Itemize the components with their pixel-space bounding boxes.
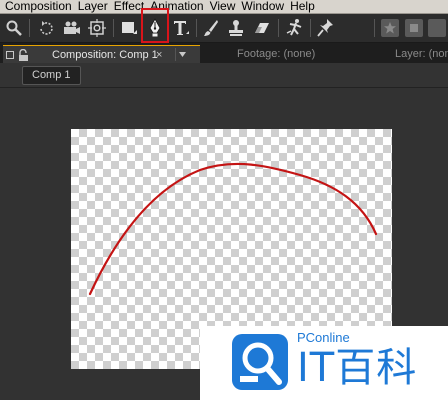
watermark-brand-large: IT百科 (297, 345, 418, 391)
pen-path-stroke[interactable] (88, 162, 378, 296)
magnifier-logo-icon (232, 334, 288, 390)
watermark-brand-small: PConline (297, 330, 350, 345)
